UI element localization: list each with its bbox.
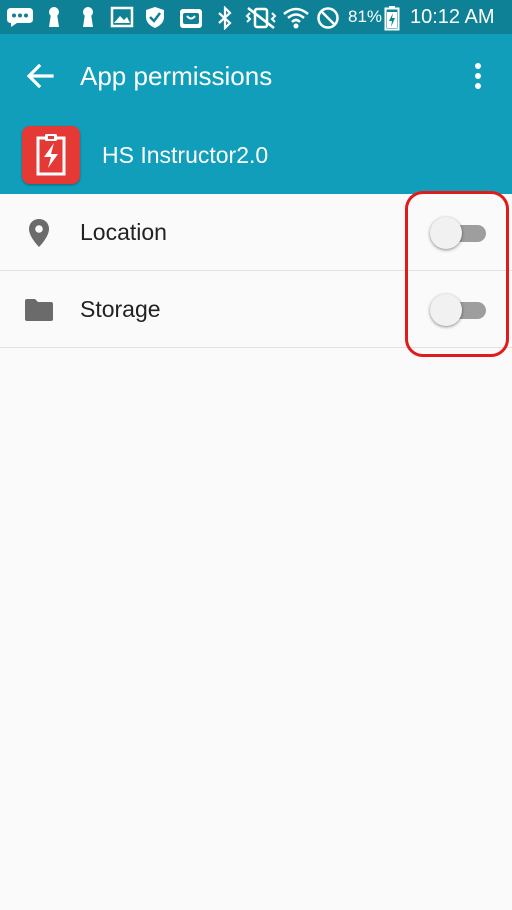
app-icon [22,126,80,184]
gallery-icon [110,6,134,28]
toggle-thumb [430,217,462,249]
storage-toggle[interactable] [430,293,490,327]
battery-percent: 81% [348,7,383,26]
permission-row-storage[interactable]: Storage [0,271,512,348]
app-bar: App permissions HS Instructor2.0 [0,34,512,194]
clipboard-bolt-icon [36,134,66,176]
status-bar: 81% 10:12 AM [0,0,512,34]
permission-label: Location [80,219,167,245]
location-pin-icon [29,219,49,247]
app-name: HS Instructor2.0 [102,142,269,168]
permission-label: Storage [80,296,161,322]
keyhole-icon [83,7,93,27]
store-icon [180,9,202,28]
page-title: App permissions [80,61,273,91]
permission-row-location[interactable]: Location [0,194,512,271]
permission-list: Location Storage [0,194,512,348]
vibrate-icon [245,7,277,29]
more-options-icon[interactable] [464,58,492,94]
battery-charging-icon [384,6,400,31]
keyhole-icon [49,7,59,27]
messages-icon [7,8,33,27]
do-not-disturb-icon [317,7,339,29]
folder-icon [25,299,53,321]
clock: 10:12 AM [410,6,495,28]
wifi-icon [283,7,309,29]
shield-icon [146,7,164,28]
location-toggle[interactable] [430,216,490,250]
toggle-thumb [430,294,462,326]
back-arrow-icon[interactable] [22,58,58,94]
bluetooth-icon [218,6,232,30]
